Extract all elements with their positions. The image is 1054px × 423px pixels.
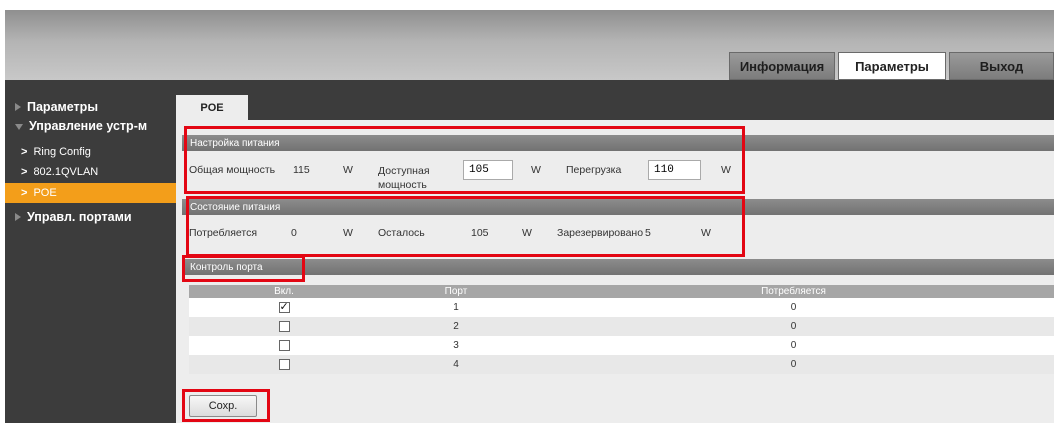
port-consumed: 0 [533, 317, 1054, 336]
collapsed-arrow-icon [15, 213, 21, 221]
chevron-right-icon: > [21, 187, 28, 199]
sidebar-item-ring-config[interactable]: > Ring Config [5, 142, 176, 162]
available-power-input[interactable] [463, 160, 513, 180]
port-number: 3 [379, 336, 533, 355]
port-table: Вкл. Порт Потребляется 1 0 2 0 3 0 [189, 285, 1054, 374]
port-number: 4 [379, 355, 533, 374]
tab-info[interactable]: Информация [729, 52, 835, 80]
column-header-enabled: Вкл. [189, 285, 379, 298]
sidebar-item-poe[interactable]: > POE [5, 183, 176, 203]
sidebar-item-label: Параметры [27, 100, 98, 114]
sidebar-item-label: Управл. портами [27, 210, 132, 224]
table-row: 2 0 [189, 317, 1054, 336]
power-status-header: Состояние питания [182, 199, 1054, 215]
chevron-right-icon: > [21, 166, 28, 178]
sidebar-item-vlan[interactable]: > 802.1QVLAN [5, 162, 176, 182]
total-power-unit: W [343, 164, 353, 176]
reserved-power-value: 5 [645, 227, 651, 239]
sidebar-item-label: Управление устр-м [29, 119, 148, 133]
table-row: 3 0 [189, 336, 1054, 355]
section-title: Контроль порта [190, 261, 263, 273]
consumed-power-value: 0 [291, 227, 297, 239]
reserved-power-label: Зарезервировано [557, 227, 644, 239]
sidebar-item-label: POE [33, 187, 57, 199]
port-enable-checkbox[interactable] [278, 320, 290, 332]
port-number: 1 [379, 298, 533, 317]
expanded-arrow-icon [15, 124, 23, 130]
available-power-label: Доступная мощность [378, 165, 430, 191]
total-power-label: Общая мощность [189, 164, 276, 176]
section-title: Настройка питания [190, 137, 280, 149]
header-bar: Информация Параметры Выход [5, 10, 1054, 80]
tab-parameters[interactable]: Параметры [838, 52, 946, 80]
overload-unit: W [721, 164, 731, 176]
collapsed-arrow-icon [15, 103, 21, 111]
total-power-value: 115 [293, 164, 310, 176]
port-consumed: 0 [533, 336, 1054, 355]
port-enable-checkbox[interactable] [278, 300, 290, 313]
port-number: 2 [379, 317, 533, 336]
sidebar-item-label: 802.1QVLAN [33, 166, 99, 178]
consumed-power-unit: W [343, 227, 353, 239]
available-power-unit: W [531, 164, 541, 176]
sidebar-item-label: Ring Config [33, 146, 91, 158]
remaining-power-unit: W [522, 227, 532, 239]
chevron-right-icon: > [21, 146, 28, 158]
main-panel: POE Настройка питания Общая мощность 115… [176, 80, 1054, 423]
section-title: Состояние питания [190, 201, 281, 213]
overload-input[interactable] [648, 160, 701, 180]
column-header-consumed: Потребляется [533, 285, 1054, 298]
save-button[interactable]: Сохр. [189, 395, 257, 417]
sidebar-item-parameters[interactable]: Параметры [5, 97, 176, 117]
sidebar-item-device-management[interactable]: Управление устр-м [5, 116, 176, 136]
table-row: 4 0 [189, 355, 1054, 374]
port-control-header: Контроль порта [182, 259, 1054, 275]
sidebar: Параметры Управление устр-м > Ring Confi… [5, 80, 176, 423]
reserved-power-unit: W [701, 227, 711, 239]
tab-poe[interactable]: POE [176, 95, 248, 120]
overload-label: Перегрузка [566, 164, 622, 176]
content-tab-bar: POE [176, 80, 1054, 120]
tab-logout[interactable]: Выход [949, 52, 1054, 80]
table-header-row: Вкл. Порт Потребляется [189, 285, 1054, 298]
remaining-power-value: 105 [471, 227, 489, 239]
column-header-port: Порт [379, 285, 533, 298]
port-enable-checkbox[interactable] [278, 358, 290, 370]
port-consumed: 0 [533, 355, 1054, 374]
table-row: 1 0 [189, 298, 1054, 317]
port-enable-checkbox[interactable] [278, 339, 290, 351]
power-settings-header: Настройка питания [182, 135, 1054, 151]
remaining-power-label: Осталось [378, 227, 425, 239]
consumed-power-label: Потребляется [189, 227, 257, 239]
port-consumed: 0 [533, 298, 1054, 317]
sidebar-item-port-management[interactable]: Управл. портами [5, 207, 176, 227]
